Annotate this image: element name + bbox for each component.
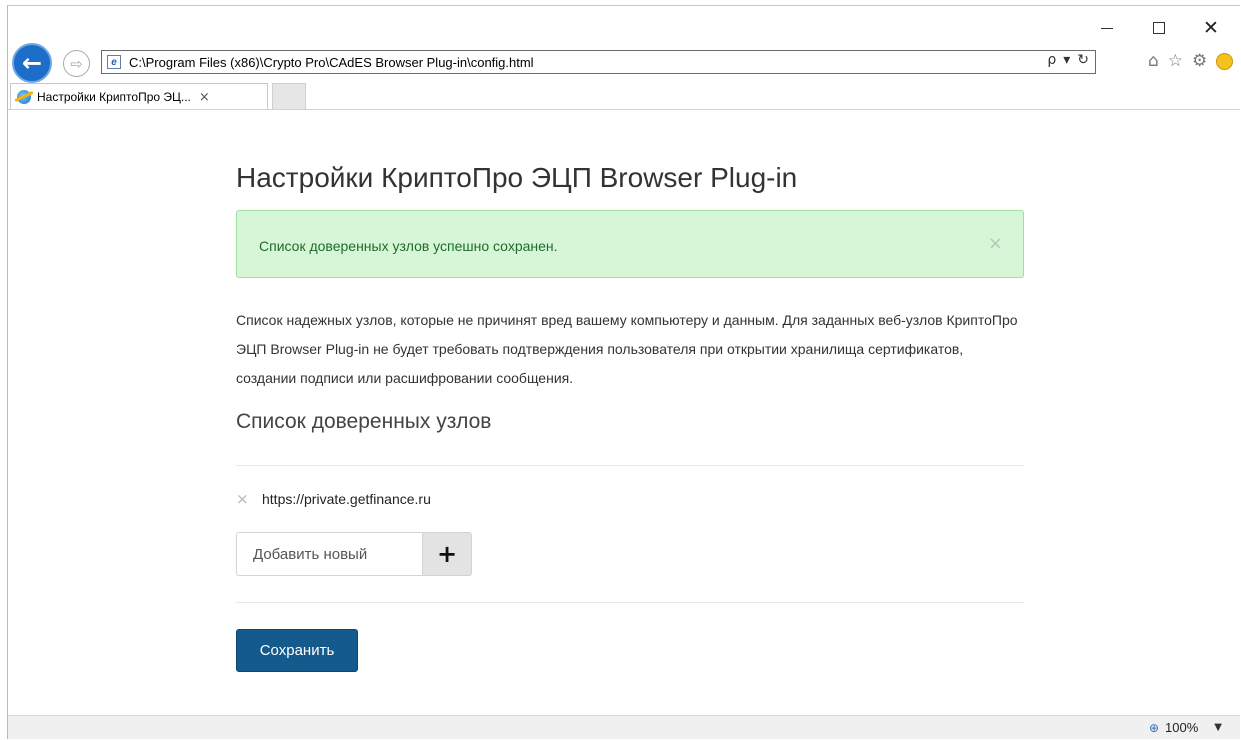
save-button[interactable]: Сохранить [236, 629, 358, 672]
description-text: Список надежных узлов, которые не причин… [236, 312, 1018, 386]
refresh-icon[interactable]: ↻ [1077, 52, 1089, 68]
zoom-control[interactable]: ⊕ 100% ▼ [1149, 720, 1222, 735]
chevron-down-icon[interactable]: ▼ [1214, 722, 1222, 733]
address-actions: ρ ▾ ↻ [1047, 52, 1089, 68]
add-site-button[interactable]: + [422, 532, 472, 576]
ie-icon [17, 90, 31, 104]
home-icon[interactable]: ⌂ [1148, 51, 1159, 71]
section-title: Список доверенных узлов [236, 410, 492, 433]
close-icon: ✕ [1203, 16, 1219, 39]
new-tab-button[interactable] [272, 83, 306, 110]
browser-toolbar: ⌂ ☆ ⚙ [1148, 51, 1234, 71]
back-button[interactable]: ← [12, 43, 52, 83]
arrow-right-icon: ⇨ [70, 54, 83, 73]
alert-close-icon[interactable]: × [988, 233, 1003, 254]
settings-gear-icon[interactable]: ⚙ [1192, 51, 1207, 71]
trusted-site-url: https://private.getfinance.ru [262, 491, 431, 507]
zoom-level: 100% [1165, 720, 1199, 735]
dropdown-icon[interactable]: ▾ [1063, 52, 1070, 68]
page-title: Настройки КриптоПро ЭЦП Browser Plug-in [236, 162, 798, 193]
trusted-site-row: × https://private.getfinance.ru [236, 490, 431, 508]
maximize-button[interactable] [1136, 16, 1182, 40]
feedback-smiley-icon[interactable] [1216, 53, 1234, 70]
add-site-input[interactable] [236, 532, 422, 576]
page-favicon-icon: e [107, 55, 121, 69]
favorites-star-icon[interactable]: ☆ [1168, 51, 1183, 71]
divider [236, 602, 1024, 603]
tab-active[interactable]: Настройки КриптоПро ЭЦ... × [10, 83, 268, 110]
alert-message: Список доверенных узлов успешно сохранен… [259, 238, 558, 254]
add-site-group: + [236, 532, 472, 576]
address-bar[interactable]: e C:\Program Files (x86)\Crypto Pro\CAdE… [101, 50, 1096, 74]
close-window-button[interactable]: ✕ [1188, 16, 1234, 40]
search-icon[interactable]: ρ [1047, 52, 1056, 68]
address-text[interactable]: C:\Program Files (x86)\Crypto Pro\CAdES … [129, 55, 534, 70]
tab-close-icon[interactable]: × [199, 90, 210, 105]
page-content: Настройки КриптоПро ЭЦП Browser Plug-in … [8, 110, 1240, 715]
maximize-icon [1153, 22, 1165, 34]
success-alert: Список доверенных узлов успешно сохранен… [236, 210, 1024, 278]
arrow-left-icon: ← [21, 49, 43, 77]
tab-title: Настройки КриптоПро ЭЦ... [37, 90, 191, 104]
minimize-icon [1101, 27, 1113, 29]
divider [236, 465, 1024, 466]
minimize-button[interactable] [1084, 16, 1130, 40]
browser-window: ✕ ← ⇨ e C:\Program Files (x86)\Crypto Pr… [7, 5, 1240, 739]
remove-site-icon[interactable]: × [236, 490, 250, 508]
forward-button[interactable]: ⇨ [63, 50, 90, 77]
status-bar: ⊕ 100% ▼ [8, 715, 1240, 739]
zoom-magnifier-icon: ⊕ [1148, 720, 1160, 735]
